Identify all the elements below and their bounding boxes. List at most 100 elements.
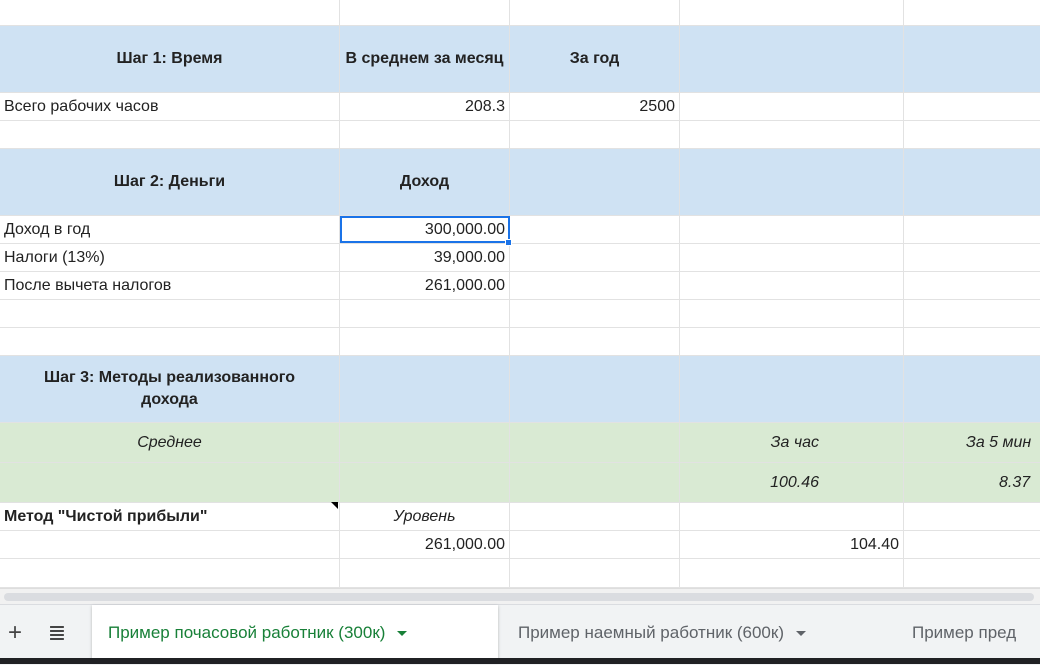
cell[interactable] (680, 356, 904, 423)
cell[interactable] (510, 559, 680, 588)
cell[interactable] (510, 503, 680, 531)
grid-row (0, 300, 1040, 328)
cell[interactable] (510, 531, 680, 559)
income-header-cell[interactable]: Доход (340, 149, 510, 216)
average-values-row: 100.46 8.37 (0, 463, 1040, 503)
cell[interactable] (904, 272, 1040, 300)
total-hours-row: Всего рабочих часов 208.3 2500 (0, 93, 1040, 121)
cell[interactable] (904, 559, 1040, 588)
per-5min-label-cell[interactable]: За 5 мин (904, 423, 1040, 463)
cell[interactable] (0, 531, 340, 559)
cell[interactable] (904, 121, 1040, 149)
sheet-tab-label: Пример пред (912, 623, 1017, 642)
income-label-cell[interactable]: Доход в год (0, 216, 340, 244)
cell[interactable] (904, 149, 1040, 216)
cell[interactable] (904, 328, 1040, 356)
cell[interactable] (680, 26, 904, 93)
cell[interactable] (680, 93, 904, 121)
step2-title-cell[interactable]: Шаг 2: Деньги (0, 149, 340, 216)
cell[interactable] (904, 216, 1040, 244)
add-sheet-button[interactable]: + (0, 605, 30, 661)
cell[interactable] (904, 244, 1040, 272)
step3-title-cell[interactable]: Шаг 3: Методы реализованного дохода (0, 356, 340, 423)
income-value-cell[interactable]: 300,000.00 (340, 216, 510, 244)
note-indicator-icon[interactable] (331, 502, 338, 509)
scrollbar-thumb[interactable] (4, 593, 1034, 601)
cell[interactable] (340, 328, 510, 356)
cell[interactable] (680, 0, 904, 26)
chevron-down-icon[interactable] (397, 630, 408, 636)
sheet-tab-hourly-300k[interactable]: Пример почасовой работник (300к) (92, 605, 498, 661)
sheet-tab-entrepreneur[interactable]: Пример пред (896, 605, 1032, 661)
sheet-tab-salaried-600k[interactable]: Пример наемный работник (600к) (502, 605, 822, 661)
method-value-cell[interactable]: 261,000.00 (340, 531, 510, 559)
cell[interactable] (0, 463, 340, 503)
sheet-tab-label: Пример наемный работник (600к) (518, 623, 784, 642)
per-hour-label-cell[interactable]: За час (680, 423, 904, 463)
cell[interactable] (904, 503, 1040, 531)
cell[interactable] (510, 0, 680, 26)
cell[interactable] (510, 463, 680, 503)
cell[interactable] (510, 149, 680, 216)
after-tax-label-cell[interactable]: После вычета налогов (0, 272, 340, 300)
cell[interactable] (680, 272, 904, 300)
cell[interactable] (680, 503, 904, 531)
all-sheets-list-icon[interactable]: ≣ (40, 605, 74, 661)
cell[interactable] (340, 300, 510, 328)
cell[interactable] (680, 559, 904, 588)
method-label-cell[interactable]: Метод "Чистой прибыли" (0, 503, 340, 531)
cell[interactable] (680, 244, 904, 272)
cell[interactable] (510, 423, 680, 463)
cell[interactable] (680, 149, 904, 216)
step2-header-row: Шаг 2: Деньги Доход (0, 149, 1040, 216)
method-per-hour-cell[interactable]: 104.40 (680, 531, 904, 559)
cell[interactable] (510, 328, 680, 356)
cell[interactable] (510, 356, 680, 423)
cell[interactable] (904, 26, 1040, 93)
cell[interactable] (680, 216, 904, 244)
cell[interactable] (904, 356, 1040, 423)
hours-year-cell[interactable]: 2500 (510, 93, 680, 121)
level-label-cell[interactable]: Уровень (340, 503, 510, 531)
total-hours-label-cell[interactable]: Всего рабочих часов (0, 93, 340, 121)
method-row: Метод "Чистой прибыли" Уровень (0, 503, 1040, 531)
average-label-cell[interactable]: Среднее (0, 423, 340, 463)
cell[interactable] (510, 272, 680, 300)
chevron-down-icon[interactable] (795, 630, 806, 636)
cell[interactable] (340, 423, 510, 463)
cell[interactable] (904, 0, 1040, 26)
cell[interactable] (680, 300, 904, 328)
cell[interactable] (680, 121, 904, 149)
taxes-value-cell[interactable]: 39,000.00 (340, 244, 510, 272)
cell[interactable] (0, 559, 340, 588)
cell[interactable] (0, 0, 340, 26)
cell[interactable] (510, 216, 680, 244)
month-average-header-cell[interactable]: В среднем за месяц (340, 26, 510, 93)
cell[interactable] (0, 300, 340, 328)
method-values-row: 261,000.00 104.40 (0, 531, 1040, 559)
cell[interactable] (680, 328, 904, 356)
horizontal-scrollbar[interactable] (0, 588, 1040, 605)
step1-title-cell[interactable]: Шаг 1: Время (0, 26, 340, 93)
cell[interactable] (340, 121, 510, 149)
cell[interactable] (0, 121, 340, 149)
fill-handle[interactable] (505, 239, 512, 246)
year-header-cell[interactable]: За год (510, 26, 680, 93)
cell[interactable] (510, 300, 680, 328)
cell[interactable] (904, 531, 1040, 559)
cell[interactable] (904, 300, 1040, 328)
cell[interactable] (340, 0, 510, 26)
cell[interactable] (510, 121, 680, 149)
taxes-label-cell[interactable]: Налоги (13%) (0, 244, 340, 272)
after-tax-value-cell[interactable]: 261,000.00 (340, 272, 510, 300)
cell[interactable] (340, 463, 510, 503)
per-hour-value-cell[interactable]: 100.46 (680, 463, 904, 503)
cell[interactable] (340, 559, 510, 588)
cell[interactable] (904, 93, 1040, 121)
cell[interactable] (510, 244, 680, 272)
cell[interactable] (340, 356, 510, 423)
cell[interactable] (0, 328, 340, 356)
spreadsheet-grid[interactable]: Шаг 1: Время В среднем за месяц За год В… (0, 0, 1040, 588)
per-5min-value-cell[interactable]: 8.37 (904, 463, 1040, 503)
hours-month-cell[interactable]: 208.3 (340, 93, 510, 121)
